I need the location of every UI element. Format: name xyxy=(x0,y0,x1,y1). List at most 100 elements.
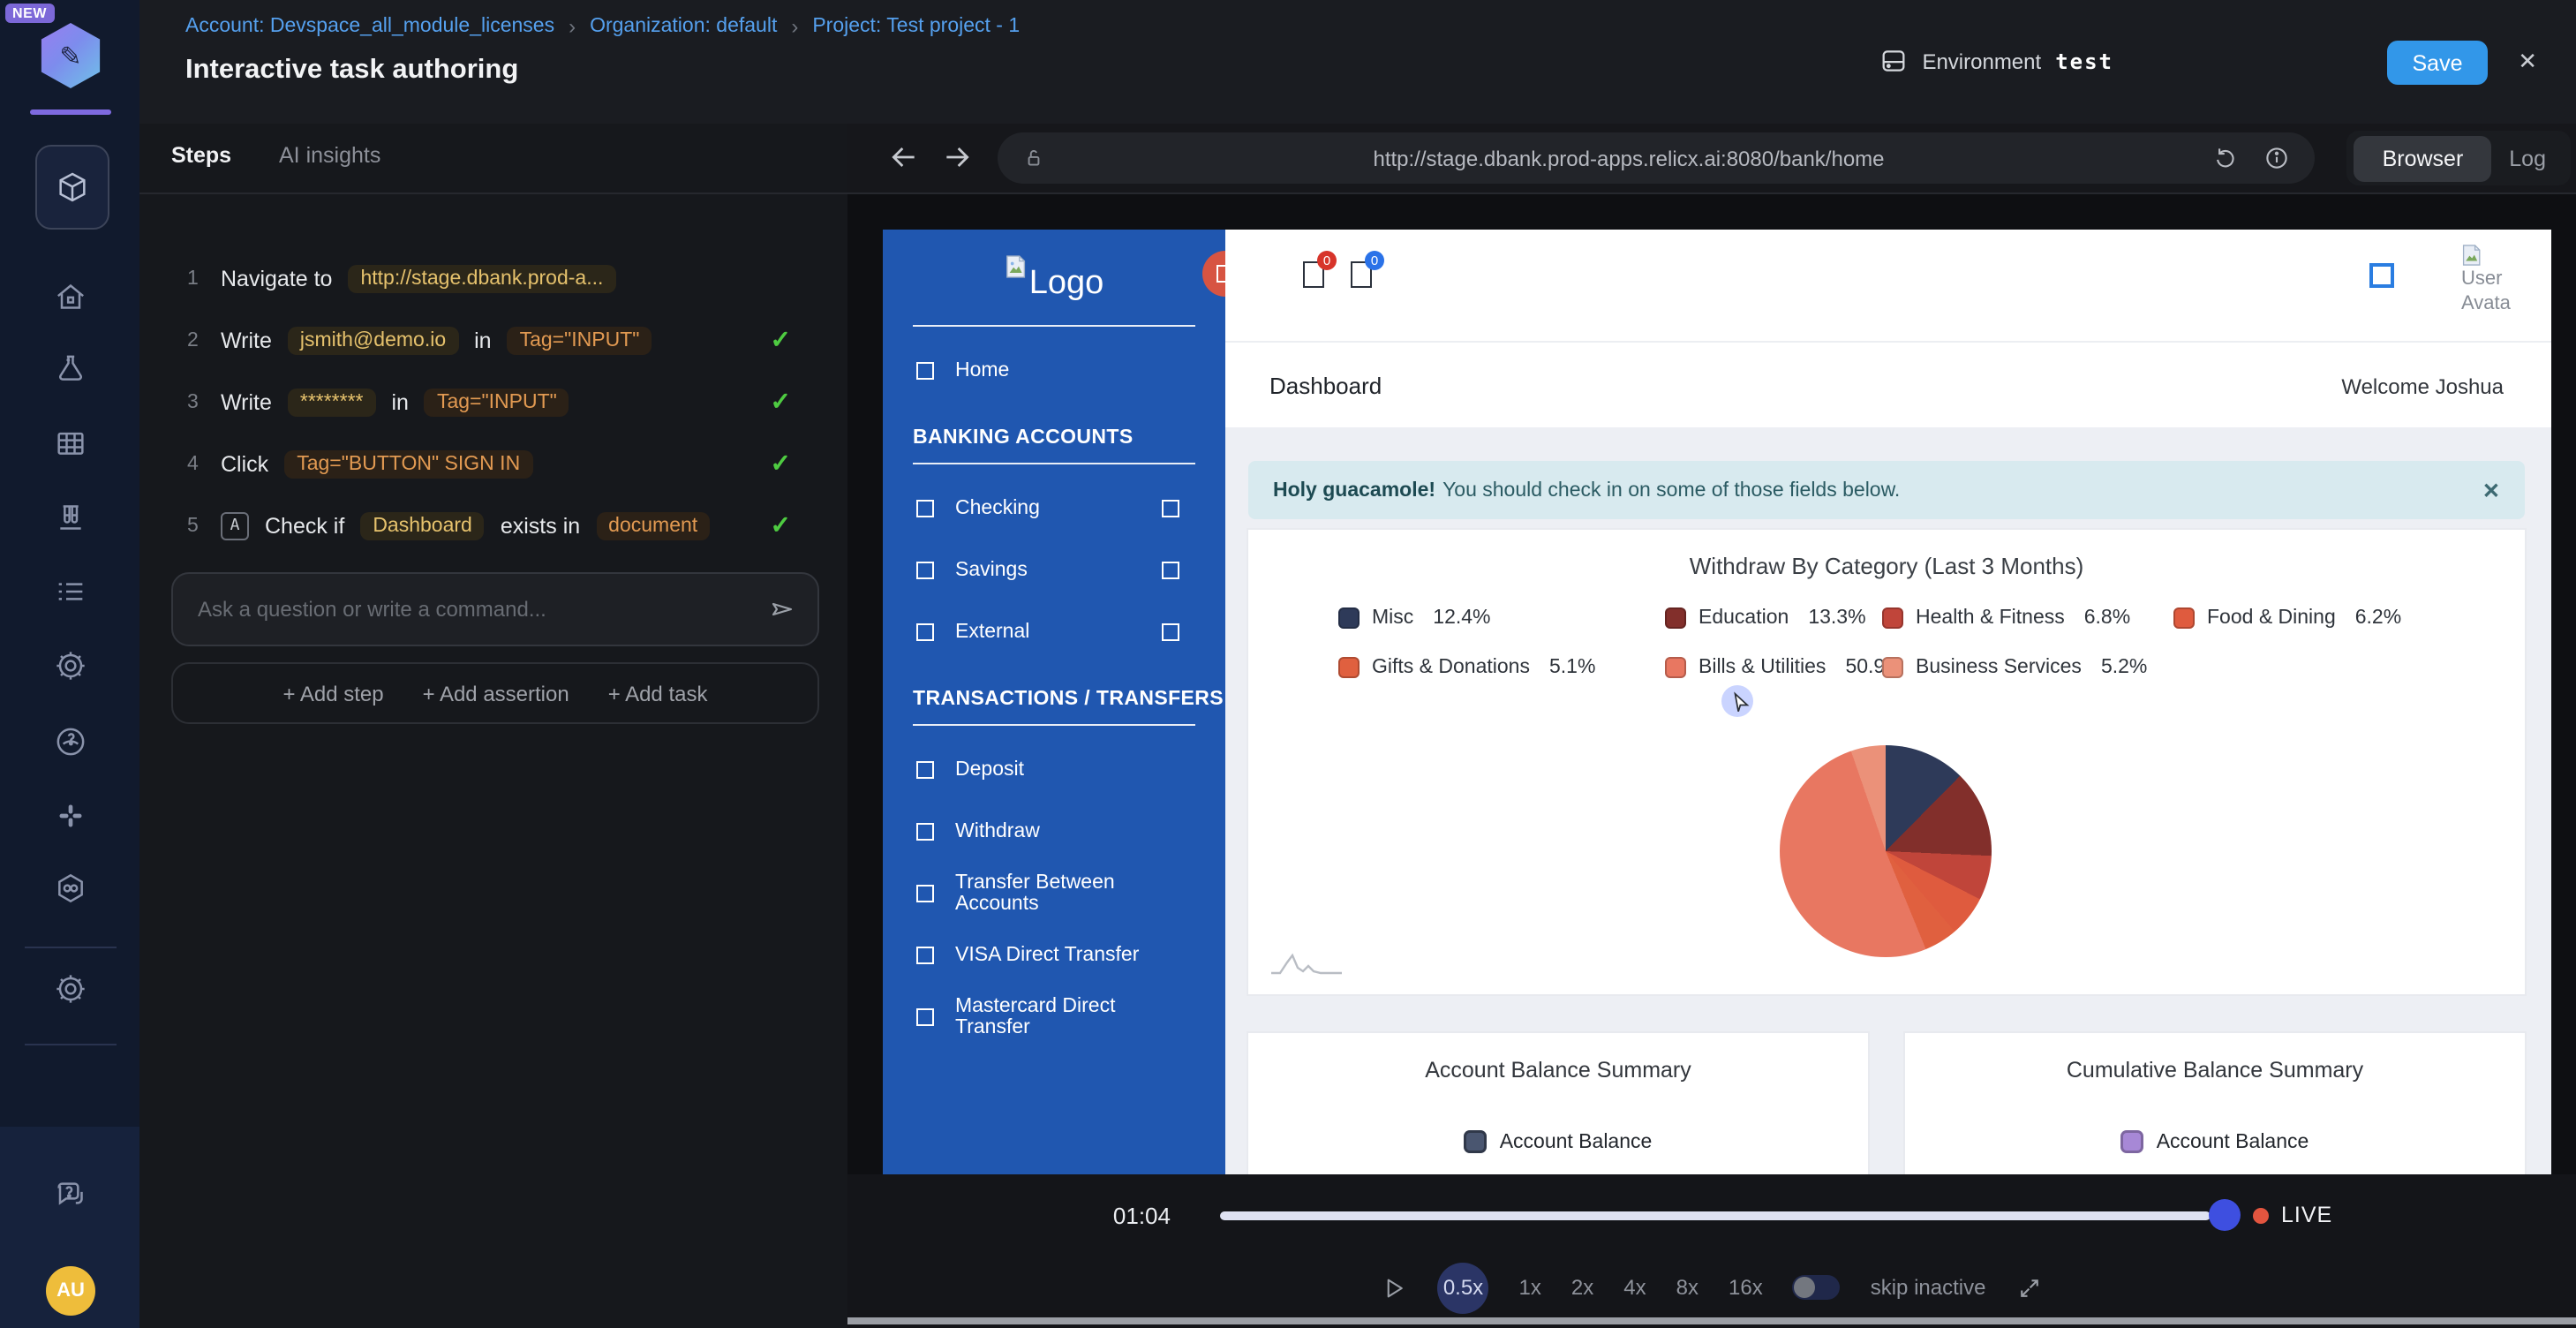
step-value-chip[interactable]: Dashboard xyxy=(360,511,485,540)
sidebar-item-experiments[interactable] xyxy=(53,351,88,387)
alert-close-icon[interactable]: ✕ xyxy=(2482,478,2500,502)
save-button[interactable]: Save xyxy=(2387,41,2488,85)
speed-option-2x[interactable]: 2x xyxy=(1571,1275,1593,1300)
breadcrumb-account-link[interactable]: Account: Devspace_all_module_licenses xyxy=(185,16,554,37)
step-text: exists in xyxy=(501,513,580,538)
sidebar-item-home[interactable] xyxy=(53,279,88,314)
step-tag-chip[interactable]: document xyxy=(596,511,710,540)
speed-option-1x[interactable]: 1x xyxy=(1519,1275,1541,1300)
legend-item[interactable]: Gifts & Donations5.1% xyxy=(1338,657,1595,678)
bank-nav-item-transfer-between-accounts[interactable]: Transfer Between Accounts xyxy=(883,876,1225,911)
play-button[interactable] xyxy=(1382,1274,1408,1301)
tab-steps[interactable]: Steps xyxy=(171,143,231,168)
sidebar-item-session-insights[interactable] xyxy=(53,724,88,759)
fullscreen-icon[interactable] xyxy=(2015,1274,2042,1301)
reload-icon[interactable] xyxy=(2212,145,2239,171)
step-value-chip[interactable]: jsmith@demo.io xyxy=(288,326,458,354)
bank-nav-item-mastercard-direct-transfer[interactable]: Mastercard Direct Transfer xyxy=(883,1000,1225,1035)
breadcrumb-project-link[interactable]: Project: Test project - 1 xyxy=(812,16,1020,37)
environment-label: Environment xyxy=(1922,49,2041,73)
tab-log[interactable]: Log xyxy=(2491,135,2564,181)
tab-browser[interactable]: Browser xyxy=(2354,135,2492,181)
step-row[interactable]: 1Navigate tohttp://stage.dbank.prod-a... xyxy=(139,247,847,309)
bank-nav: HomeBANKING ACCOUNTSCheckingSavingsExter… xyxy=(883,353,1225,1035)
notification-icon[interactable]: 0 xyxy=(1303,261,1324,297)
timeline-thumb[interactable] xyxy=(2209,1199,2241,1231)
step-tag-chip[interactable]: Tag="BUTTON" SIGN IN xyxy=(284,449,532,478)
avatar-alt-text: Avata xyxy=(2461,293,2511,314)
bank-nav-item-savings[interactable]: Savings xyxy=(883,553,1225,588)
app-logo-icon[interactable]: ✎ xyxy=(39,23,102,88)
legend-label: Health & Fitness xyxy=(1916,607,2065,629)
step-value-chip[interactable]: http://stage.dbank.prod-a... xyxy=(348,264,615,292)
step-row[interactable]: 2Writejsmith@demo.ioinTag="INPUT"✓ xyxy=(139,309,847,371)
legend-item[interactable]: Misc12.4% xyxy=(1338,607,1491,629)
bank-nav-item-home[interactable]: Home xyxy=(883,353,1225,389)
user-avatar[interactable]: AU xyxy=(46,1266,95,1316)
environment-selector[interactable]: Environment test xyxy=(1878,46,2113,76)
breadcrumb-organization-link[interactable]: Organization: default xyxy=(590,16,777,37)
speed-option-4x[interactable]: 4x xyxy=(1623,1275,1646,1300)
tab-ai-insights[interactable]: AI insights xyxy=(279,143,380,168)
sidebar-item-config[interactable] xyxy=(53,648,88,683)
speed-option-0.5x[interactable]: 0.5x xyxy=(1438,1262,1489,1313)
sidebar-item-settings[interactable] xyxy=(53,971,88,1007)
back-button[interactable] xyxy=(886,140,922,175)
add-task-button[interactable]: + Add task xyxy=(608,681,708,706)
bank-nav-label: Home xyxy=(955,360,1009,381)
sidebar-item-workflows[interactable] xyxy=(53,871,88,906)
step-row[interactable]: 3Write********inTag="INPUT"✓ xyxy=(139,371,847,433)
infinity-hexagon-icon xyxy=(53,871,88,906)
sidebar-item-test-runs[interactable] xyxy=(53,500,88,535)
legend-item[interactable]: Education13.3% xyxy=(1665,607,1866,629)
timeline-slider[interactable] xyxy=(1220,1211,2211,1220)
legend-item[interactable]: Health & Fitness6.8% xyxy=(1882,607,2130,629)
alert-bold-text: Holy guacamole! xyxy=(1273,479,1435,501)
add-step-button[interactable]: + Add step xyxy=(283,681,384,706)
sidebar-item-package[interactable] xyxy=(35,145,109,230)
notification-badge: 0 xyxy=(1317,251,1337,270)
sidebar-item-suites[interactable] xyxy=(53,426,88,461)
broken-glyph-icon[interactable] xyxy=(2369,263,2394,288)
step-row[interactable]: 5ACheck ifDashboardexists indocument✓ xyxy=(139,494,847,556)
command-input[interactable] xyxy=(173,597,768,622)
close-icon[interactable]: ✕ xyxy=(2518,48,2537,76)
forward-button[interactable] xyxy=(939,140,975,175)
assertion-badge: A xyxy=(221,511,249,540)
legend-item[interactable]: Bills & Utilities50.9% xyxy=(1665,657,1903,678)
send-icon[interactable] xyxy=(768,595,796,623)
notification-icon[interactable]: 0 xyxy=(1351,261,1372,297)
legend-item[interactable]: Business Services5.2% xyxy=(1882,657,2147,678)
user-avatar-broken-image[interactable]: User Avata xyxy=(2461,244,2516,336)
speed-option-8x[interactable]: 8x xyxy=(1676,1275,1699,1300)
bank-nav-item-deposit[interactable]: Deposit xyxy=(883,752,1225,788)
url-bar[interactable]: http://stage.dbank.prod-apps.relicx.ai:8… xyxy=(998,132,2315,184)
card-title: Cumulative Balance Summary xyxy=(1905,1058,2525,1083)
live-label: LIVE xyxy=(2281,1203,2332,1227)
browser-viewport: Logo HomeBANKING ACCOUNTSCheckingSavings… xyxy=(883,230,2551,1174)
step-row[interactable]: 4ClickTag="BUTTON" SIGN IN✓ xyxy=(139,433,847,494)
bank-nav-item-checking[interactable]: Checking xyxy=(883,491,1225,526)
pie-chart[interactable] xyxy=(1780,745,1992,957)
bank-nav-item-visa-direct-transfer[interactable]: VISA Direct Transfer xyxy=(883,938,1225,973)
step-value-chip[interactable]: ******** xyxy=(288,388,376,416)
step-tag-chip[interactable]: Tag="INPUT" xyxy=(508,326,652,354)
step-tag-chip[interactable]: Tag="INPUT" xyxy=(425,388,569,416)
sidebar-item-integrations[interactable] xyxy=(53,798,88,834)
bank-logo[interactable]: Logo xyxy=(883,230,1225,314)
sidebar-item-tasks-list[interactable] xyxy=(53,574,88,609)
step-text: Click xyxy=(221,451,268,476)
add-assertion-button[interactable]: + Add assertion xyxy=(423,681,569,706)
chevron-right-icon: › xyxy=(569,14,576,39)
skip-inactive-toggle[interactable] xyxy=(1793,1275,1841,1300)
bank-nav-item-external[interactable]: External xyxy=(883,615,1225,650)
bank-nav-item-withdraw[interactable]: Withdraw xyxy=(883,814,1225,849)
broken-glyph-icon: 0 xyxy=(1303,261,1324,288)
url-text[interactable]: http://stage.dbank.prod-apps.relicx.ai:8… xyxy=(1045,146,2212,170)
legend-item[interactable]: Food & Dining6.2% xyxy=(2173,607,2401,629)
info-icon[interactable] xyxy=(2263,145,2290,171)
account-balance-card: Account Balance Summary Account Balance xyxy=(1248,1033,1868,1174)
speed-option-16x[interactable]: 16x xyxy=(1729,1275,1763,1300)
slack-integration-icon xyxy=(53,798,88,834)
help-chat-button[interactable] xyxy=(53,1178,88,1213)
